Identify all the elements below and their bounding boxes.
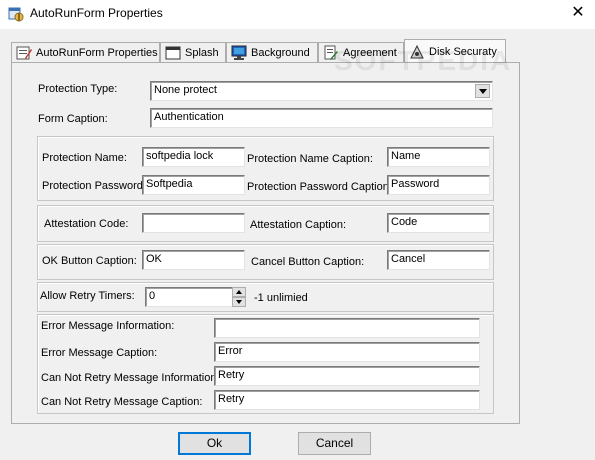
protection-password-input[interactable]: Softpedia bbox=[142, 175, 245, 195]
close-icon: ✕ bbox=[571, 4, 585, 21]
cannot-retry-caption-input[interactable]: Retry bbox=[214, 390, 480, 410]
retry-timers-spinner[interactable] bbox=[232, 287, 246, 307]
close-button[interactable]: ✕ bbox=[566, 2, 590, 24]
spin-up-icon[interactable] bbox=[232, 287, 246, 297]
splash-window-icon bbox=[165, 46, 181, 60]
tab-splash[interactable]: Splash bbox=[160, 42, 226, 63]
tab-label: Background bbox=[251, 47, 310, 59]
protection-password-label: Protection Password: bbox=[42, 180, 146, 192]
attestation-code-label: Attestation Code: bbox=[44, 218, 129, 230]
allow-retry-timers-input[interactable]: 0 bbox=[145, 287, 233, 307]
ok-button-caption-input[interactable]: OK bbox=[142, 250, 245, 270]
error-message-caption-label: Error Message Caption: bbox=[41, 347, 158, 359]
form-caption-input[interactable]: Authentication bbox=[150, 108, 493, 128]
attestation-code-input[interactable] bbox=[142, 213, 245, 233]
app-icon bbox=[8, 7, 24, 22]
spin-down-icon[interactable] bbox=[232, 297, 246, 307]
title-bar: AutoRunForm Properties ✕ bbox=[0, 0, 595, 29]
error-message-caption-input[interactable]: Error bbox=[214, 342, 480, 362]
ok-button[interactable]: Ok bbox=[178, 432, 251, 455]
allow-retry-timers-label: Allow Retry Timers: bbox=[40, 290, 135, 302]
monitor-icon bbox=[231, 45, 247, 60]
tab-autorunform-properties[interactable]: AutoRunForm Properties bbox=[11, 42, 160, 63]
protection-name-caption-input[interactable]: Name bbox=[387, 147, 490, 167]
cancel-button[interactable]: Cancel bbox=[298, 432, 371, 455]
ok-button-caption-label: OK Button Caption: bbox=[42, 255, 137, 267]
form-properties-icon bbox=[16, 46, 32, 60]
tab-background[interactable]: Background bbox=[226, 42, 318, 63]
protection-password-caption-label: Protection Password Caption: bbox=[247, 181, 392, 193]
watermark: SOFTPEDIA bbox=[334, 45, 513, 76]
protection-type-label: Protection Type: bbox=[38, 83, 118, 95]
error-message-information-input[interactable] bbox=[214, 318, 480, 338]
attestation-caption-label: Attestation Caption: bbox=[250, 219, 347, 231]
protection-name-caption-label: Protection Name Caption: bbox=[247, 153, 373, 165]
retry-timers-hint: -1 unlimied bbox=[254, 292, 308, 304]
cannot-retry-information-label: Can Not Retry Message Information: bbox=[41, 372, 220, 384]
cannot-retry-caption-label: Can Not Retry Message Caption: bbox=[41, 396, 203, 408]
cancel-button-caption-label: Cancel Button Caption: bbox=[251, 256, 365, 268]
tab-label: Splash bbox=[185, 47, 219, 59]
protection-name-input[interactable]: softpedia lock bbox=[142, 147, 245, 167]
protection-password-caption-input[interactable]: Password bbox=[387, 175, 490, 195]
tab-label: AutoRunForm Properties bbox=[36, 47, 158, 59]
protection-type-value: None protect bbox=[154, 84, 217, 96]
form-caption-label: Form Caption: bbox=[38, 113, 108, 125]
chevron-down-icon[interactable] bbox=[475, 84, 490, 98]
error-message-information-label: Error Message Information: bbox=[41, 320, 175, 332]
protection-type-select[interactable]: None protect bbox=[150, 81, 493, 101]
cannot-retry-information-input[interactable]: Retry bbox=[214, 366, 480, 386]
attestation-caption-input[interactable]: Code bbox=[387, 213, 490, 233]
protection-name-label: Protection Name: bbox=[42, 152, 127, 164]
cancel-button-caption-input[interactable]: Cancel bbox=[387, 250, 490, 270]
window-title: AutoRunForm Properties bbox=[30, 6, 163, 20]
